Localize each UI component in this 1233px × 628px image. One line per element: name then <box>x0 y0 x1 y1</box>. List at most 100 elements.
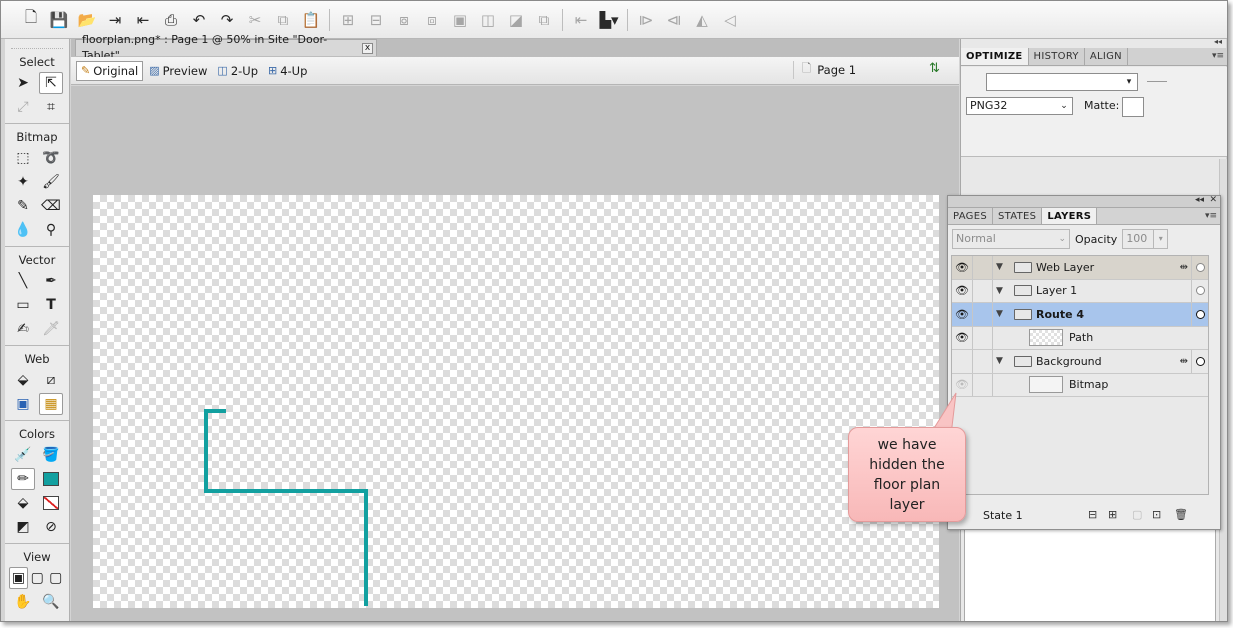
four-up-view-button[interactable]: ⊞ 4-Up <box>264 61 311 81</box>
subselect-tool-icon[interactable]: ⇱ <box>39 72 63 94</box>
align-left-icon[interactable]: ⇤ <box>567 7 595 33</box>
export-icon[interactable]: ⇤ <box>129 7 157 33</box>
layer-row-route-4[interactable]: 👁 ▼ Route 4 <box>952 303 1208 327</box>
layer-row-background[interactable]: ▼ Background ⇹ <box>952 350 1208 374</box>
object-name[interactable]: Path <box>1069 331 1208 344</box>
copy-icon[interactable]: ⧉ <box>269 7 297 33</box>
fill-bucket-icon[interactable]: ⬙ <box>11 492 35 514</box>
brush-tool-icon[interactable]: 🖌 <box>39 171 63 193</box>
align-menu-icon[interactable]: ▙▾ <box>595 7 623 33</box>
expand-triangle-icon[interactable]: ▼ <box>996 262 1010 272</box>
new-layer-icon[interactable]: ⊞ <box>1108 508 1117 521</box>
dock-collapse-icon[interactable]: ◂◂ <box>1214 37 1222 46</box>
zoom-tool-icon[interactable]: 🔍 <box>39 591 63 613</box>
knife-tool-icon[interactable]: 🗡 <box>39 318 63 340</box>
freeform-tool-icon[interactable]: ✍ <box>11 318 35 340</box>
tab-history[interactable]: HISTORY <box>1029 48 1085 65</box>
pointer-tool-icon[interactable]: ➤ <box>11 72 35 94</box>
route-path[interactable] <box>93 195 939 608</box>
layer-select-circle[interactable] <box>1191 350 1208 373</box>
flip-horizontal-icon[interactable]: ⧐ <box>632 7 660 33</box>
opacity-input[interactable]: 100 <box>1122 229 1155 249</box>
lasso-tool-icon[interactable]: ➰ <box>39 147 63 169</box>
layer-select-circle[interactable] <box>1191 256 1208 279</box>
paint-bucket-tool-icon[interactable]: 🪣 <box>39 444 63 466</box>
full-screen-menus-icon[interactable]: ▢ <box>28 567 47 589</box>
no-color-icon[interactable]: ⊘ <box>39 516 63 538</box>
eye-icon[interactable]: 👁 <box>952 326 973 349</box>
opacity-spinner[interactable]: ▾ <box>1154 229 1169 249</box>
split-icon[interactable]: ⧈ <box>418 7 446 33</box>
new-sublayer-icon[interactable]: ⊟ <box>1088 508 1097 521</box>
tab-optimize[interactable]: OPTIMIZE <box>961 48 1029 65</box>
eye-icon[interactable]: 👁 <box>952 303 973 326</box>
group-icon[interactable]: ⊞ <box>334 7 362 33</box>
scale-tool-icon[interactable]: ⤢ <box>11 96 35 118</box>
full-screen-icon[interactable]: ▢ <box>46 567 65 589</box>
panel-grip[interactable] <box>11 39 63 49</box>
close-document-icon[interactable]: x <box>362 42 373 54</box>
eye-icon[interactable]: 👁 <box>952 373 973 396</box>
default-colors-icon[interactable]: ◩ <box>11 516 35 538</box>
panel-menu-icon[interactable]: ▾≡ <box>1212 48 1224 65</box>
lock-cell[interactable] <box>973 303 993 326</box>
expand-triangle-icon[interactable]: ▼ <box>996 309 1010 319</box>
open-icon[interactable]: 📂 <box>73 7 101 33</box>
tab-pages[interactable]: PAGES <box>948 208 993 224</box>
intersect-icon[interactable]: ◫ <box>474 7 502 33</box>
route-4-polyline[interactable] <box>204 409 368 606</box>
new-bitmap-image-icon[interactable]: ⊡ <box>1152 508 1161 521</box>
slice-tool-icon[interactable]: ⧄ <box>39 369 63 391</box>
fill-color-swatch[interactable] <box>39 468 63 490</box>
expand-triangle-icon[interactable]: ▼ <box>996 356 1010 366</box>
no-stroke-swatch-icon[interactable] <box>39 492 63 514</box>
document-tab[interactable]: floorplan.png* : Page 1 @ 50% in Site "D… <box>75 33 377 62</box>
print-icon[interactable]: ⎙ <box>157 7 185 33</box>
stroke-color-icon[interactable]: ✏ <box>11 468 35 490</box>
line-tool-icon[interactable]: ╲ <box>11 270 35 292</box>
eye-hidden-cell[interactable] <box>952 350 973 373</box>
pencil-tool-icon[interactable]: ✎ <box>11 195 35 217</box>
layer-row-layer-1[interactable]: 👁 ▼ Layer 1 <box>952 279 1208 303</box>
layer-row-web-layer[interactable]: 👁 ▼ Web Layer ⇹ <box>952 256 1208 280</box>
magic-wand-tool-icon[interactable]: ✦ <box>11 171 35 193</box>
export-preset-select[interactable]: ▾ <box>986 73 1138 91</box>
rubber-stamp-tool-icon[interactable]: ⚲ <box>39 219 63 241</box>
new-icon[interactable]: 🗋 <box>17 7 45 33</box>
layer-select-circle[interactable] <box>1191 279 1208 302</box>
punch-icon[interactable]: ◪ <box>502 7 530 33</box>
object-name[interactable]: Bitmap <box>1069 378 1208 391</box>
collapse-icon[interactable]: ◂◂ <box>1195 195 1204 205</box>
ungroup-icon[interactable]: ⊟ <box>362 7 390 33</box>
layer-name[interactable]: Layer 1 <box>1036 284 1208 297</box>
hide-slices-icon[interactable]: ▣ <box>11 393 35 415</box>
standard-screen-icon[interactable]: ▣ <box>9 567 28 589</box>
save-icon[interactable]: 💾 <box>45 7 73 33</box>
blend-mode-select[interactable]: Normal ⌄ <box>952 229 1070 249</box>
crop-tool-icon[interactable]: ⌗ <box>39 96 63 118</box>
flip-vertical-icon[interactable]: ⧏ <box>660 7 688 33</box>
pen-tool-icon[interactable]: ✒ <box>39 270 63 292</box>
tab-layers[interactable]: LAYERS <box>1042 208 1098 224</box>
eyedropper-tool-icon[interactable]: 💉 <box>11 444 35 466</box>
object-row-bitmap[interactable]: 👁 Bitmap <box>952 373 1208 397</box>
lock-cell[interactable] <box>973 326 993 349</box>
close-panel-icon[interactable]: ✕ <box>1209 195 1217 205</box>
lock-cell[interactable] <box>973 373 993 396</box>
format-select[interactable]: PNG32 ⌄ <box>966 97 1073 115</box>
import-icon[interactable]: ⇥ <box>101 7 129 33</box>
union-icon[interactable]: ▣ <box>446 7 474 33</box>
show-slices-icon[interactable]: ▦ <box>39 393 63 415</box>
paste-icon[interactable]: 📋 <box>297 7 325 33</box>
redo-icon[interactable]: ↷ <box>213 7 241 33</box>
text-tool-icon[interactable]: T <box>39 294 63 316</box>
lock-cell[interactable] <box>973 256 993 279</box>
hotspot-tool-icon[interactable]: ⬙ <box>11 369 35 391</box>
tab-align[interactable]: ALIGN <box>1085 48 1128 65</box>
skew-icon[interactable]: ◁ <box>716 7 744 33</box>
marquee-tool-icon[interactable]: ⬚ <box>11 147 35 169</box>
rotate-icon[interactable]: ◭ <box>688 7 716 33</box>
two-up-view-button[interactable]: ◫ 2-Up <box>213 61 262 81</box>
original-view-button[interactable]: ✎ Original <box>76 60 144 81</box>
layer-select-circle[interactable] <box>1191 303 1208 326</box>
